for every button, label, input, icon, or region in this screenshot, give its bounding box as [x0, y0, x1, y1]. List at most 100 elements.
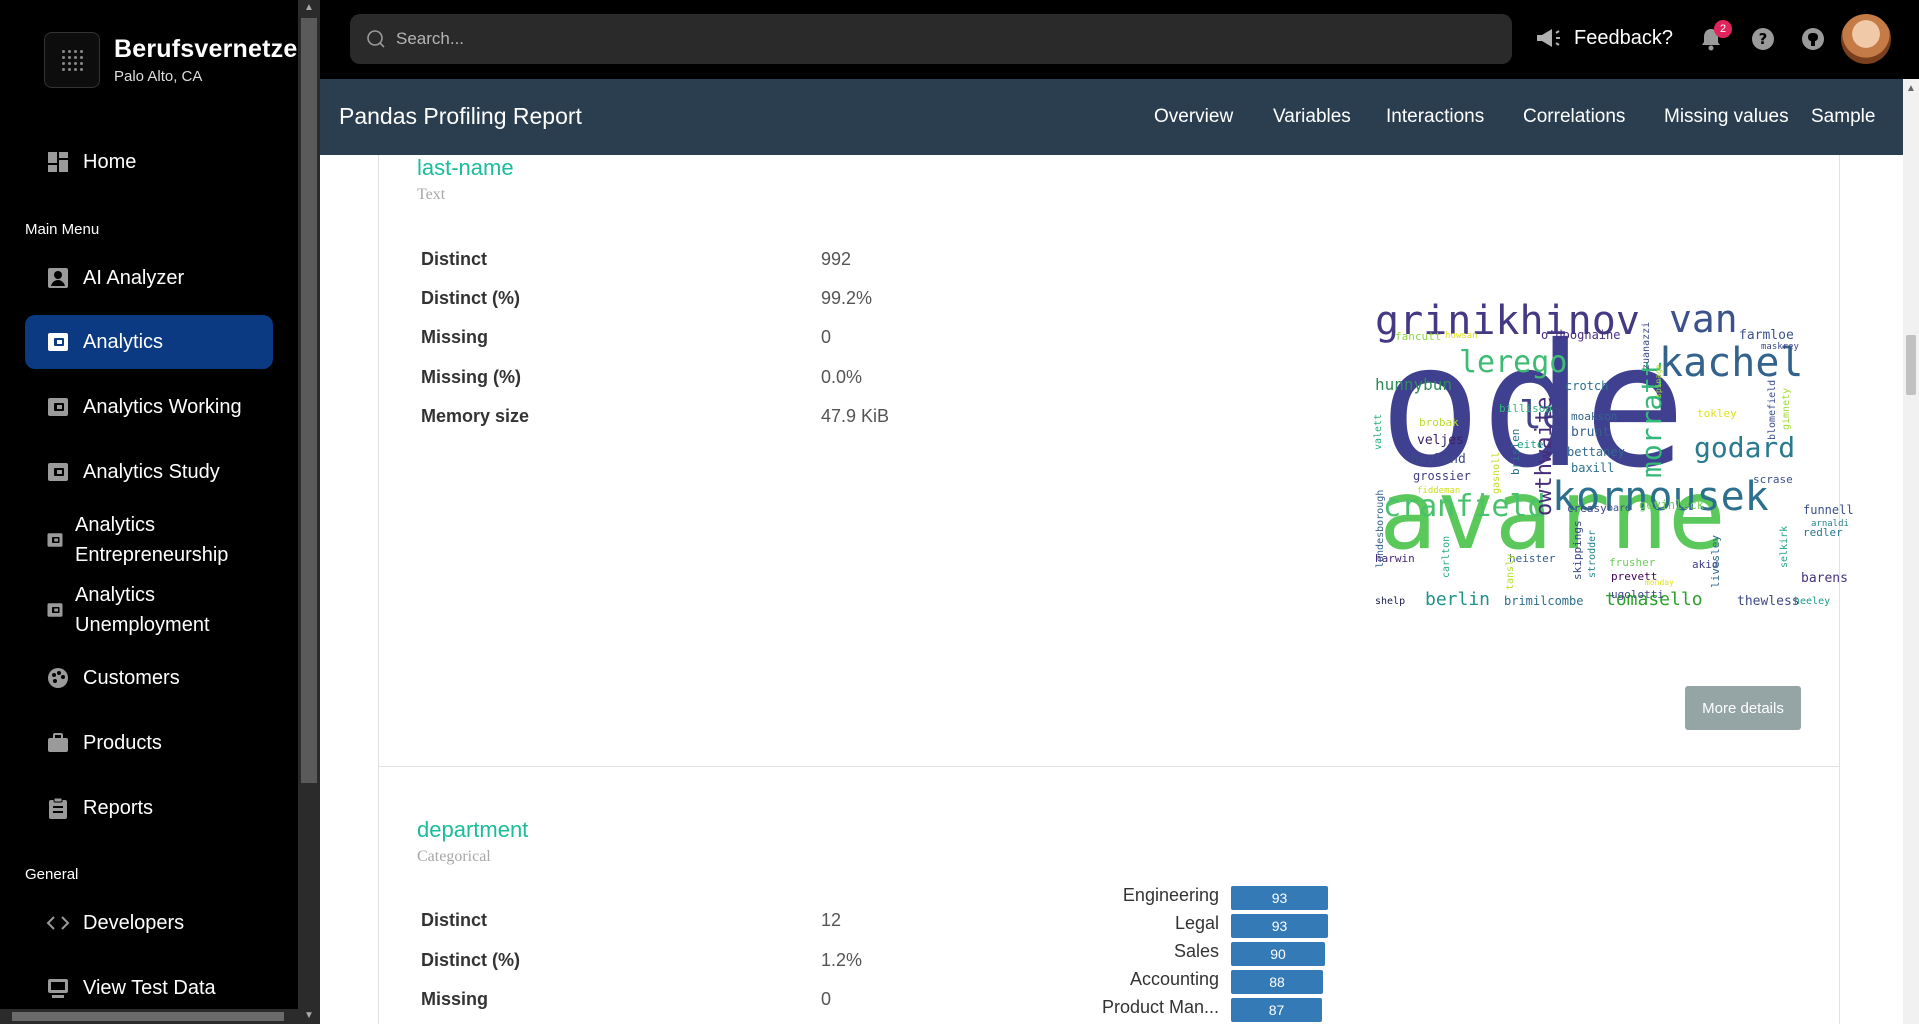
stat-value: 0.0%: [821, 367, 863, 387]
word-cloud-word: thewless: [1737, 594, 1800, 609]
stat-row: Distinct (%) 99.2%: [421, 288, 1021, 328]
word-cloud-word: livesley: [1709, 535, 1722, 588]
word-cloud-word: scrase: [1753, 473, 1793, 486]
wallet-icon: [45, 600, 65, 620]
report-navbar: Pandas Profiling Report Overview Variabl…: [320, 79, 1903, 155]
word-cloud-word: ugolotti: [1611, 588, 1664, 601]
nav-missing-values[interactable]: Missing values: [1664, 106, 1789, 128]
word-cloud-word: spinage: [1654, 364, 1663, 398]
word-cloud-word: frusher: [1609, 556, 1656, 569]
nav-interactions[interactable]: Interactions: [1386, 106, 1484, 128]
sidebar-item-label: Analytics Unemployment: [75, 584, 210, 636]
wallet-icon: [45, 394, 71, 420]
sidebar-item-analytics-working[interactable]: Analytics Working: [25, 380, 273, 434]
github-button[interactable]: [1800, 26, 1826, 52]
variable-name[interactable]: last-name: [417, 155, 514, 181]
github-icon: [1802, 28, 1824, 50]
user-avatar[interactable]: [1841, 14, 1891, 64]
sidebar-horizontal-scrollbar[interactable]: [0, 1009, 298, 1024]
search-box[interactable]: [350, 14, 1512, 64]
feedback-label: Feedback?: [1574, 26, 1673, 49]
word-cloud-word: eite: [1517, 438, 1544, 451]
stat-key: Distinct: [421, 910, 488, 930]
word-cloud-word: fiddeman: [1417, 486, 1460, 496]
word-cloud-word: gimnety: [1781, 388, 1792, 430]
nav-sample[interactable]: Sample: [1811, 106, 1875, 128]
sidebar-item-analytics[interactable]: Analytics: [25, 315, 273, 369]
briefcase-icon: [45, 730, 71, 756]
topbar: Feedback? 2 ?: [320, 0, 1919, 79]
word-cloud-image: avarneodegrinikhinov vankachelkornousekcr…: [1373, 297, 1854, 610]
stat-key: Distinct: [421, 249, 488, 269]
sidebar-item-reports[interactable]: Reports: [25, 781, 273, 835]
word-cloud-word: londesborough: [1375, 490, 1386, 568]
stat-value: 12: [821, 910, 842, 930]
word-cloud-word: funnell: [1803, 503, 1854, 517]
main-vertical-scrollbar[interactable]: ▲: [1903, 79, 1919, 1024]
variable-type: Text: [417, 186, 446, 203]
variable-type: Categorical: [417, 848, 491, 865]
word-cloud-word: shelp: [1375, 596, 1405, 607]
stat-key: Distinct (%): [421, 950, 520, 970]
variable-card-last-name: last-name Text Distinct 992 Distinct (%)…: [378, 155, 1854, 767]
stat-key: Missing: [421, 989, 489, 1009]
bar-label: Engineering: [1122, 885, 1219, 905]
word-cloud-word: grossier: [1413, 469, 1471, 483]
sidebar-item-label: Analytics Study: [83, 460, 220, 483]
sidebar-item-customers[interactable]: Customers: [25, 651, 273, 705]
word-cloud-word: brobak: [1419, 416, 1459, 429]
brand-logo-icon: [44, 32, 100, 88]
stat-value: 0: [821, 989, 832, 1009]
word-cloud-word: brimilcombe: [1504, 594, 1583, 608]
sidebar-vertical-scrollbar[interactable]: ▲ ▼: [298, 0, 320, 1024]
nav-overview[interactable]: Overview: [1154, 106, 1233, 128]
sidebar-item-analytics-unemployment[interactable]: Analytics Unemployment: [25, 579, 285, 641]
feedback-button[interactable]: Feedback?: [1534, 24, 1673, 52]
more-details-button[interactable]: More details: [1685, 686, 1801, 730]
sidebar-item-label: Home: [83, 150, 137, 173]
word-cloud-word: barens: [1801, 571, 1848, 586]
sidebar-item-label: Analytics: [83, 330, 164, 353]
megaphone-icon: [1537, 29, 1560, 47]
word-cloud-word: selkirk: [1779, 526, 1790, 568]
main-menu-label: Main Menu: [25, 221, 100, 238]
word-cloud-word: o'dooghaine: [1541, 328, 1620, 342]
sidebar-item-analytics-study[interactable]: Analytics Study: [25, 445, 273, 499]
word-cloud-word: baxill: [1571, 461, 1614, 475]
palette-icon: [45, 665, 71, 691]
nav-correlations[interactable]: Correlations: [1523, 106, 1625, 128]
bar-label: Sales: [1173, 941, 1219, 961]
user-badge-icon: [45, 265, 71, 291]
nav-variables[interactable]: Variables: [1273, 106, 1351, 128]
word-cloud-word: hunnybun: [1375, 375, 1452, 394]
report-title[interactable]: Pandas Profiling Report: [339, 103, 582, 130]
search-icon: [367, 30, 385, 48]
notifications-button[interactable]: 2: [1698, 20, 1732, 52]
search-input[interactable]: [396, 29, 1396, 49]
brand[interactable]: Berufsvernetzen Palo Alto, CA: [44, 32, 313, 88]
word-cloud-word: howsan: [1445, 331, 1478, 341]
stat-row: Distinct (%) 1.2%: [421, 950, 1021, 990]
sidebar-item-analytics-entrepreneurship[interactable]: Analytics Entrepreneurship: [25, 509, 285, 571]
sidebar-item-view-test-data[interactable]: View Test Data: [25, 961, 273, 1015]
sidebar-item-ai-analyzer[interactable]: AI Analyzer: [25, 251, 273, 305]
bar: 87: [1231, 998, 1322, 1022]
wallet-icon: [45, 459, 71, 485]
word-cloud-word: berlin: [1425, 589, 1490, 610]
sidebar-item-label: AI Analyzer: [83, 266, 185, 289]
word-cloud-word: godard: [1694, 431, 1795, 464]
stat-row: Missing 0: [421, 327, 1021, 367]
help-button[interactable]: ?: [1750, 26, 1776, 52]
stat-row: Distinct 992: [421, 249, 1021, 289]
sidebar: Berufsvernetzen Palo Alto, CA Home Main …: [0, 0, 313, 1024]
word-cloud-word: skippings: [1571, 520, 1584, 580]
sidebar-item-developers[interactable]: Developers: [25, 896, 273, 950]
stat-value: 992: [821, 249, 852, 269]
word-cloud-word: arnaldi: [1811, 519, 1849, 529]
variable-name[interactable]: department: [417, 817, 528, 843]
sidebar-item-home[interactable]: Home: [25, 135, 273, 189]
sidebar-item-products[interactable]: Products: [25, 716, 273, 770]
stat-key: Missing: [421, 327, 489, 347]
word-cloud-word: bettaney: [1567, 445, 1625, 459]
notification-badge: 2: [1714, 20, 1732, 38]
